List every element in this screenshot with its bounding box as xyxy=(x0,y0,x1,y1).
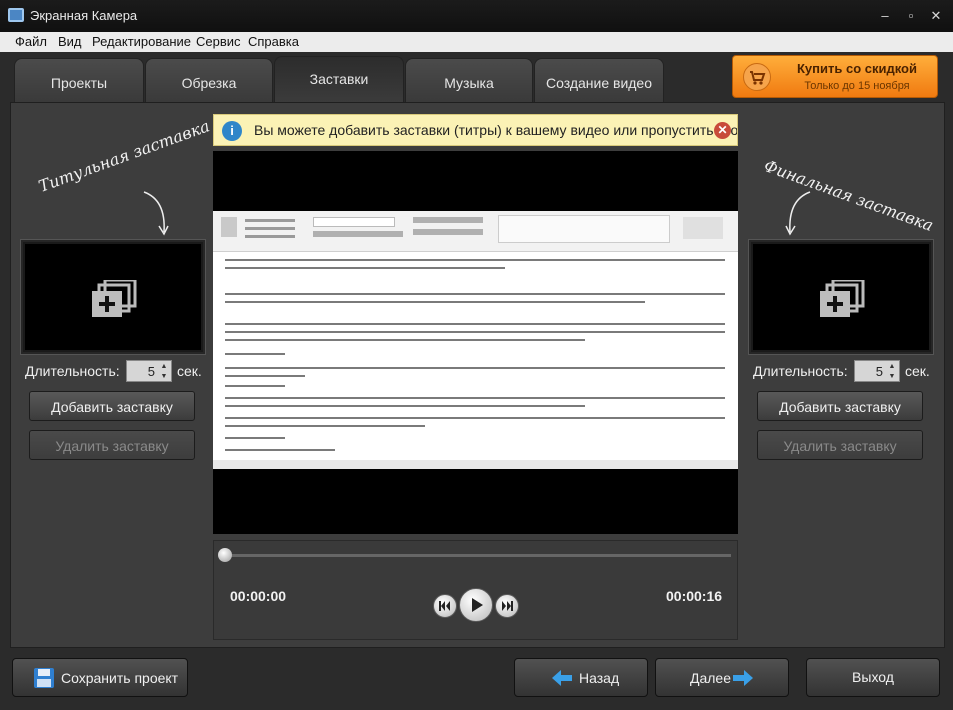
duration-label: Длительность: xyxy=(753,363,848,379)
timeline-track[interactable] xyxy=(225,554,731,557)
right-duration-stepper[interactable]: 5 ▲ ▼ xyxy=(854,360,900,382)
info-text: Вы можете добавить заставки (титры) к ва… xyxy=(254,122,738,138)
close-icon[interactable]: ✕ xyxy=(714,122,731,139)
video-frame-document xyxy=(213,211,738,469)
play-button[interactable] xyxy=(459,588,493,622)
left-intro-slot[interactable] xyxy=(23,242,203,352)
close-window-button[interactable]: ✕ xyxy=(925,6,947,26)
current-time: 00:00:00 xyxy=(230,588,287,604)
rewind-button[interactable] xyxy=(433,594,457,618)
curved-arrow-icon xyxy=(785,191,811,236)
menu-view[interactable]: Вид xyxy=(58,34,82,49)
play-icon xyxy=(472,598,483,612)
seconds-label: сек. xyxy=(905,363,930,379)
document-status-bar xyxy=(213,460,738,469)
add-final-button[interactable]: Добавить заставку xyxy=(757,391,923,421)
next-button[interactable]: Далее xyxy=(655,658,789,697)
add-intro-button[interactable]: Добавить заставку xyxy=(29,391,195,421)
menu-service[interactable]: Сервис xyxy=(196,34,241,49)
info-icon: i xyxy=(222,121,242,141)
curved-arrow-icon xyxy=(143,191,169,236)
buy-discount-button[interactable]: Купить со скидкой Только до 15 ноября xyxy=(732,55,938,98)
rewind-icon xyxy=(439,601,450,611)
chevron-up-icon[interactable]: ▲ xyxy=(159,362,169,371)
tab-create-video[interactable]: Создание видео xyxy=(534,58,664,102)
duration-value: 5 xyxy=(875,364,883,379)
minimize-button[interactable]: – xyxy=(874,6,896,26)
add-media-icon xyxy=(92,280,137,317)
chevron-down-icon[interactable]: ▼ xyxy=(887,372,897,381)
duration-value: 5 xyxy=(147,364,155,379)
tab-music[interactable]: Музыка xyxy=(405,58,533,102)
back-button[interactable]: Назад xyxy=(514,658,648,697)
menu-edit[interactable]: Редактирование xyxy=(92,34,191,49)
total-time: 00:00:16 xyxy=(666,588,723,604)
forward-button[interactable] xyxy=(495,594,519,618)
right-intro-slot[interactable] xyxy=(751,242,931,352)
window-title: Экранная Камера xyxy=(30,8,138,23)
menu-bar: Файл Вид Редактирование Сервис Справка xyxy=(0,32,953,53)
buy-label: Купить со скидкой xyxy=(796,61,917,76)
menu-help[interactable]: Справка xyxy=(248,34,299,49)
forward-icon xyxy=(502,601,513,611)
arrow-right-icon xyxy=(733,670,753,686)
left-duration-stepper[interactable]: 5 ▲ ▼ xyxy=(126,360,172,382)
tab-trim[interactable]: Обрезка xyxy=(145,58,273,102)
app-icon xyxy=(8,8,24,22)
remove-final-button[interactable]: Удалить заставку xyxy=(757,430,923,460)
chevron-down-icon[interactable]: ▼ xyxy=(159,372,169,381)
exit-button[interactable]: Выход xyxy=(806,658,940,697)
save-disk-icon xyxy=(34,668,54,688)
info-banner: i Вы можете добавить заставки (титры) к … xyxy=(213,114,738,146)
seconds-label: сек. xyxy=(177,363,202,379)
timeline-slider-handle[interactable] xyxy=(218,548,232,562)
back-label: Назад xyxy=(579,670,620,686)
chevron-up-icon[interactable]: ▲ xyxy=(887,362,897,371)
arrow-left-icon xyxy=(552,670,572,686)
duration-label: Длительность: xyxy=(25,363,120,379)
tab-intros[interactable]: Заставки xyxy=(274,56,404,102)
cart-icon xyxy=(743,63,771,91)
save-project-button[interactable]: Сохранить проект xyxy=(12,658,188,697)
maximize-button[interactable]: ▫ xyxy=(900,6,922,26)
next-label: Далее xyxy=(690,670,732,686)
save-project-label: Сохранить проект xyxy=(61,670,179,686)
document-ribbon xyxy=(213,211,738,252)
title-bar xyxy=(0,0,953,32)
menu-file[interactable]: Файл xyxy=(15,34,47,49)
add-media-icon xyxy=(820,280,865,317)
remove-intro-button[interactable]: Удалить заставку xyxy=(29,430,195,460)
tab-projects[interactable]: Проекты xyxy=(14,58,144,102)
buy-sublabel: Только до 15 ноября xyxy=(804,80,910,92)
